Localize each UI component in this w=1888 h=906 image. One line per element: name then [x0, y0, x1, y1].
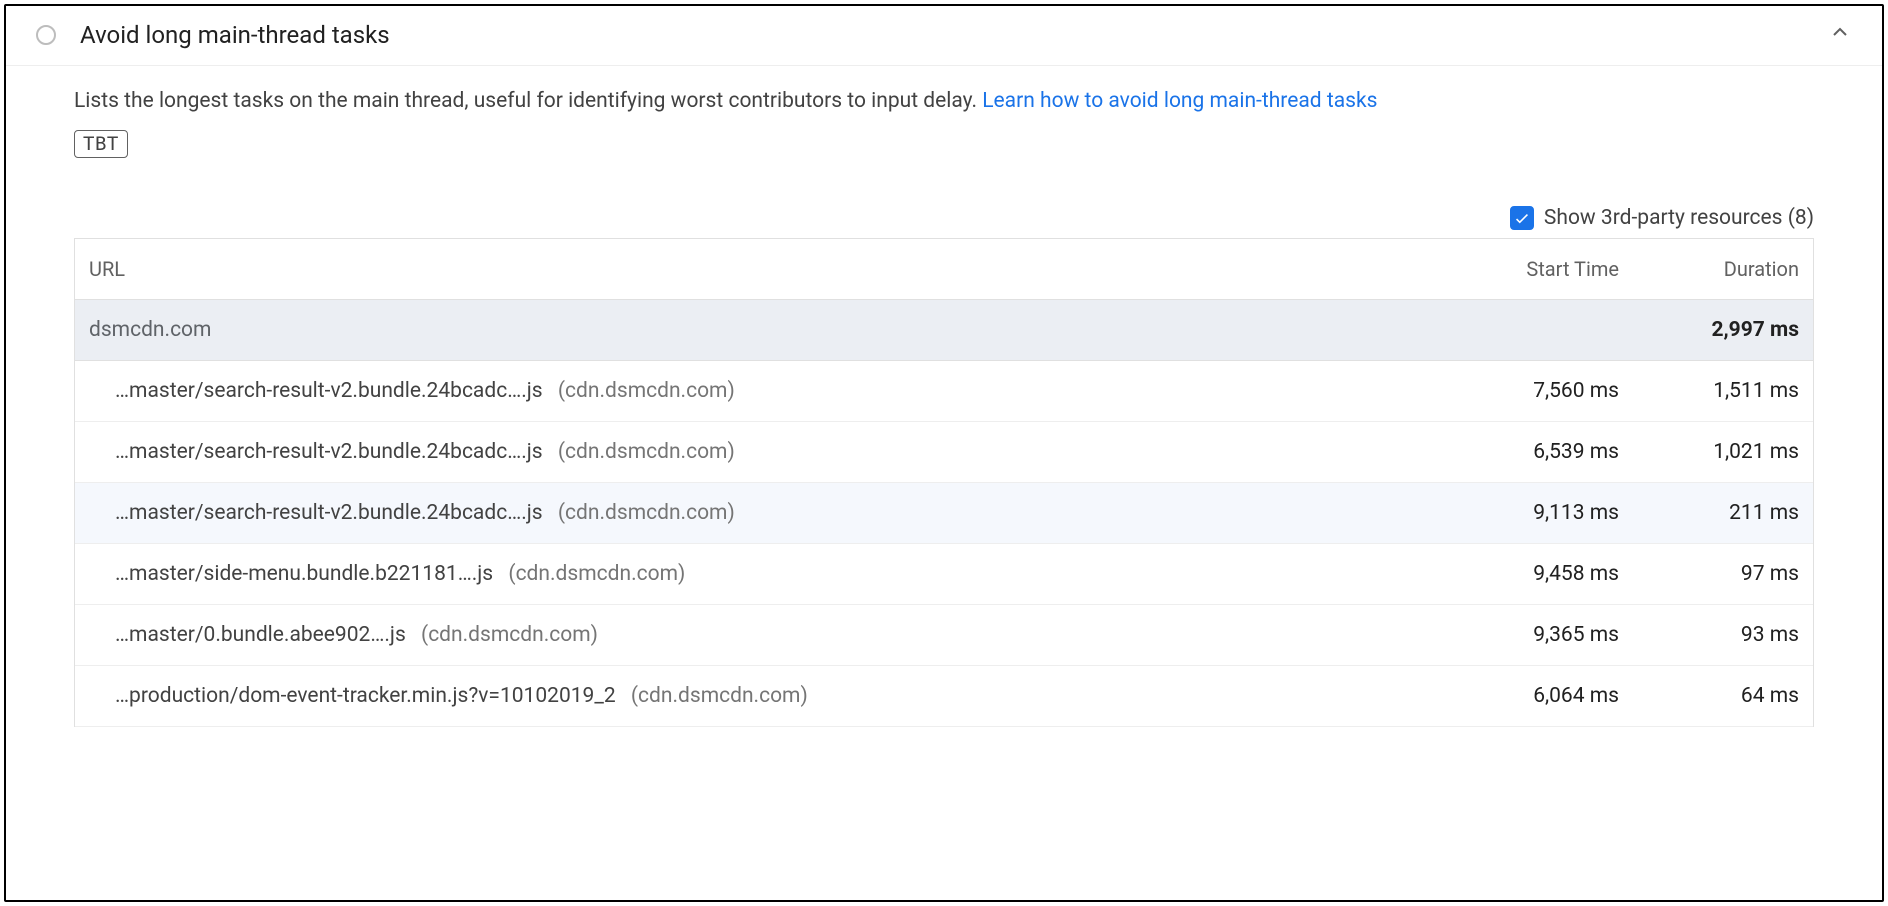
row-url: …master/0.bundle.abee902….js (cdn.dsmcdn… [115, 623, 1459, 647]
table-row[interactable]: …master/side-menu.bundle.b221181….js (cd… [75, 544, 1813, 605]
third-party-label: Show 3rd-party resources (8) [1544, 206, 1814, 230]
table-row[interactable]: …master/search-result-v2.bundle.24bcadc…… [75, 361, 1813, 422]
row-url: …master/search-result-v2.bundle.24bcadc…… [115, 379, 1459, 403]
check-icon [1513, 209, 1531, 227]
table-row[interactable]: …master/search-result-v2.bundle.24bcadc…… [75, 422, 1813, 483]
audit-description: Lists the longest tasks on the main thre… [74, 86, 1814, 118]
row-host: (cdn.dsmcdn.com) [558, 379, 735, 403]
row-url: …master/side-menu.bundle.b221181….js (cd… [115, 562, 1459, 586]
table-header: URL Start Time Duration [75, 239, 1813, 300]
table-row[interactable]: …master/0.bundle.abee902….js (cdn.dsmcdn… [75, 605, 1813, 666]
row-duration: 1,511 ms [1619, 379, 1799, 403]
row-duration: 97 ms [1619, 562, 1799, 586]
row-duration: 211 ms [1619, 501, 1799, 525]
col-duration: Duration [1619, 257, 1799, 281]
row-duration: 64 ms [1619, 684, 1799, 708]
row-url: …master/search-result-v2.bundle.24bcadc…… [115, 501, 1459, 525]
audit-title: Avoid long main-thread tasks [80, 21, 1828, 49]
status-circle-icon [36, 25, 56, 45]
description-text: Lists the longest tasks on the main thre… [74, 89, 982, 113]
third-party-checkbox[interactable] [1510, 206, 1534, 230]
tasks-table: URL Start Time Duration dsmcdn.com 2,997… [74, 238, 1814, 727]
row-path: …production/dom-event-tracker.min.js?v=1… [115, 684, 616, 708]
row-duration: 1,021 ms [1619, 440, 1799, 464]
group-duration: 2,997 ms [1619, 318, 1799, 342]
third-party-toggle-row: Show 3rd-party resources (8) [74, 206, 1814, 230]
row-path: …master/side-menu.bundle.b221181….js [115, 562, 493, 586]
audit-header[interactable]: Avoid long main-thread tasks [6, 6, 1882, 66]
learn-more-link[interactable]: Learn how to avoid long main-thread task… [982, 89, 1377, 113]
row-start-time: 6,539 ms [1459, 440, 1619, 464]
chevron-up-icon[interactable] [1828, 20, 1852, 49]
row-host: (cdn.dsmcdn.com) [508, 562, 685, 586]
tbt-badge: TBT [74, 130, 128, 158]
row-start-time: 6,064 ms [1459, 684, 1619, 708]
row-path: …master/search-result-v2.bundle.24bcadc…… [115, 440, 543, 464]
row-path: …master/search-result-v2.bundle.24bcadc…… [115, 501, 543, 525]
row-host: (cdn.dsmcdn.com) [631, 684, 808, 708]
row-duration: 93 ms [1619, 623, 1799, 647]
row-host: (cdn.dsmcdn.com) [558, 501, 735, 525]
row-path: …master/search-result-v2.bundle.24bcadc…… [115, 379, 543, 403]
group-host: dsmcdn.com [89, 318, 1459, 342]
row-start-time: 9,458 ms [1459, 562, 1619, 586]
table-row[interactable]: …master/search-result-v2.bundle.24bcadc…… [75, 483, 1813, 544]
row-url: …production/dom-event-tracker.min.js?v=1… [115, 684, 1459, 708]
row-host: (cdn.dsmcdn.com) [558, 440, 735, 464]
row-start-time: 9,365 ms [1459, 623, 1619, 647]
col-url: URL [89, 257, 1459, 281]
row-url: …master/search-result-v2.bundle.24bcadc…… [115, 440, 1459, 464]
table-row[interactable]: …production/dom-event-tracker.min.js?v=1… [75, 666, 1813, 727]
row-path: …master/0.bundle.abee902….js [115, 623, 406, 647]
row-host: (cdn.dsmcdn.com) [421, 623, 598, 647]
audit-panel: Avoid long main-thread tasks Lists the l… [4, 4, 1884, 902]
col-start-time: Start Time [1459, 257, 1619, 281]
group-row[interactable]: dsmcdn.com 2,997 ms [75, 300, 1813, 361]
row-start-time: 7,560 ms [1459, 379, 1619, 403]
audit-content: Lists the longest tasks on the main thre… [6, 66, 1882, 727]
row-start-time: 9,113 ms [1459, 501, 1619, 525]
